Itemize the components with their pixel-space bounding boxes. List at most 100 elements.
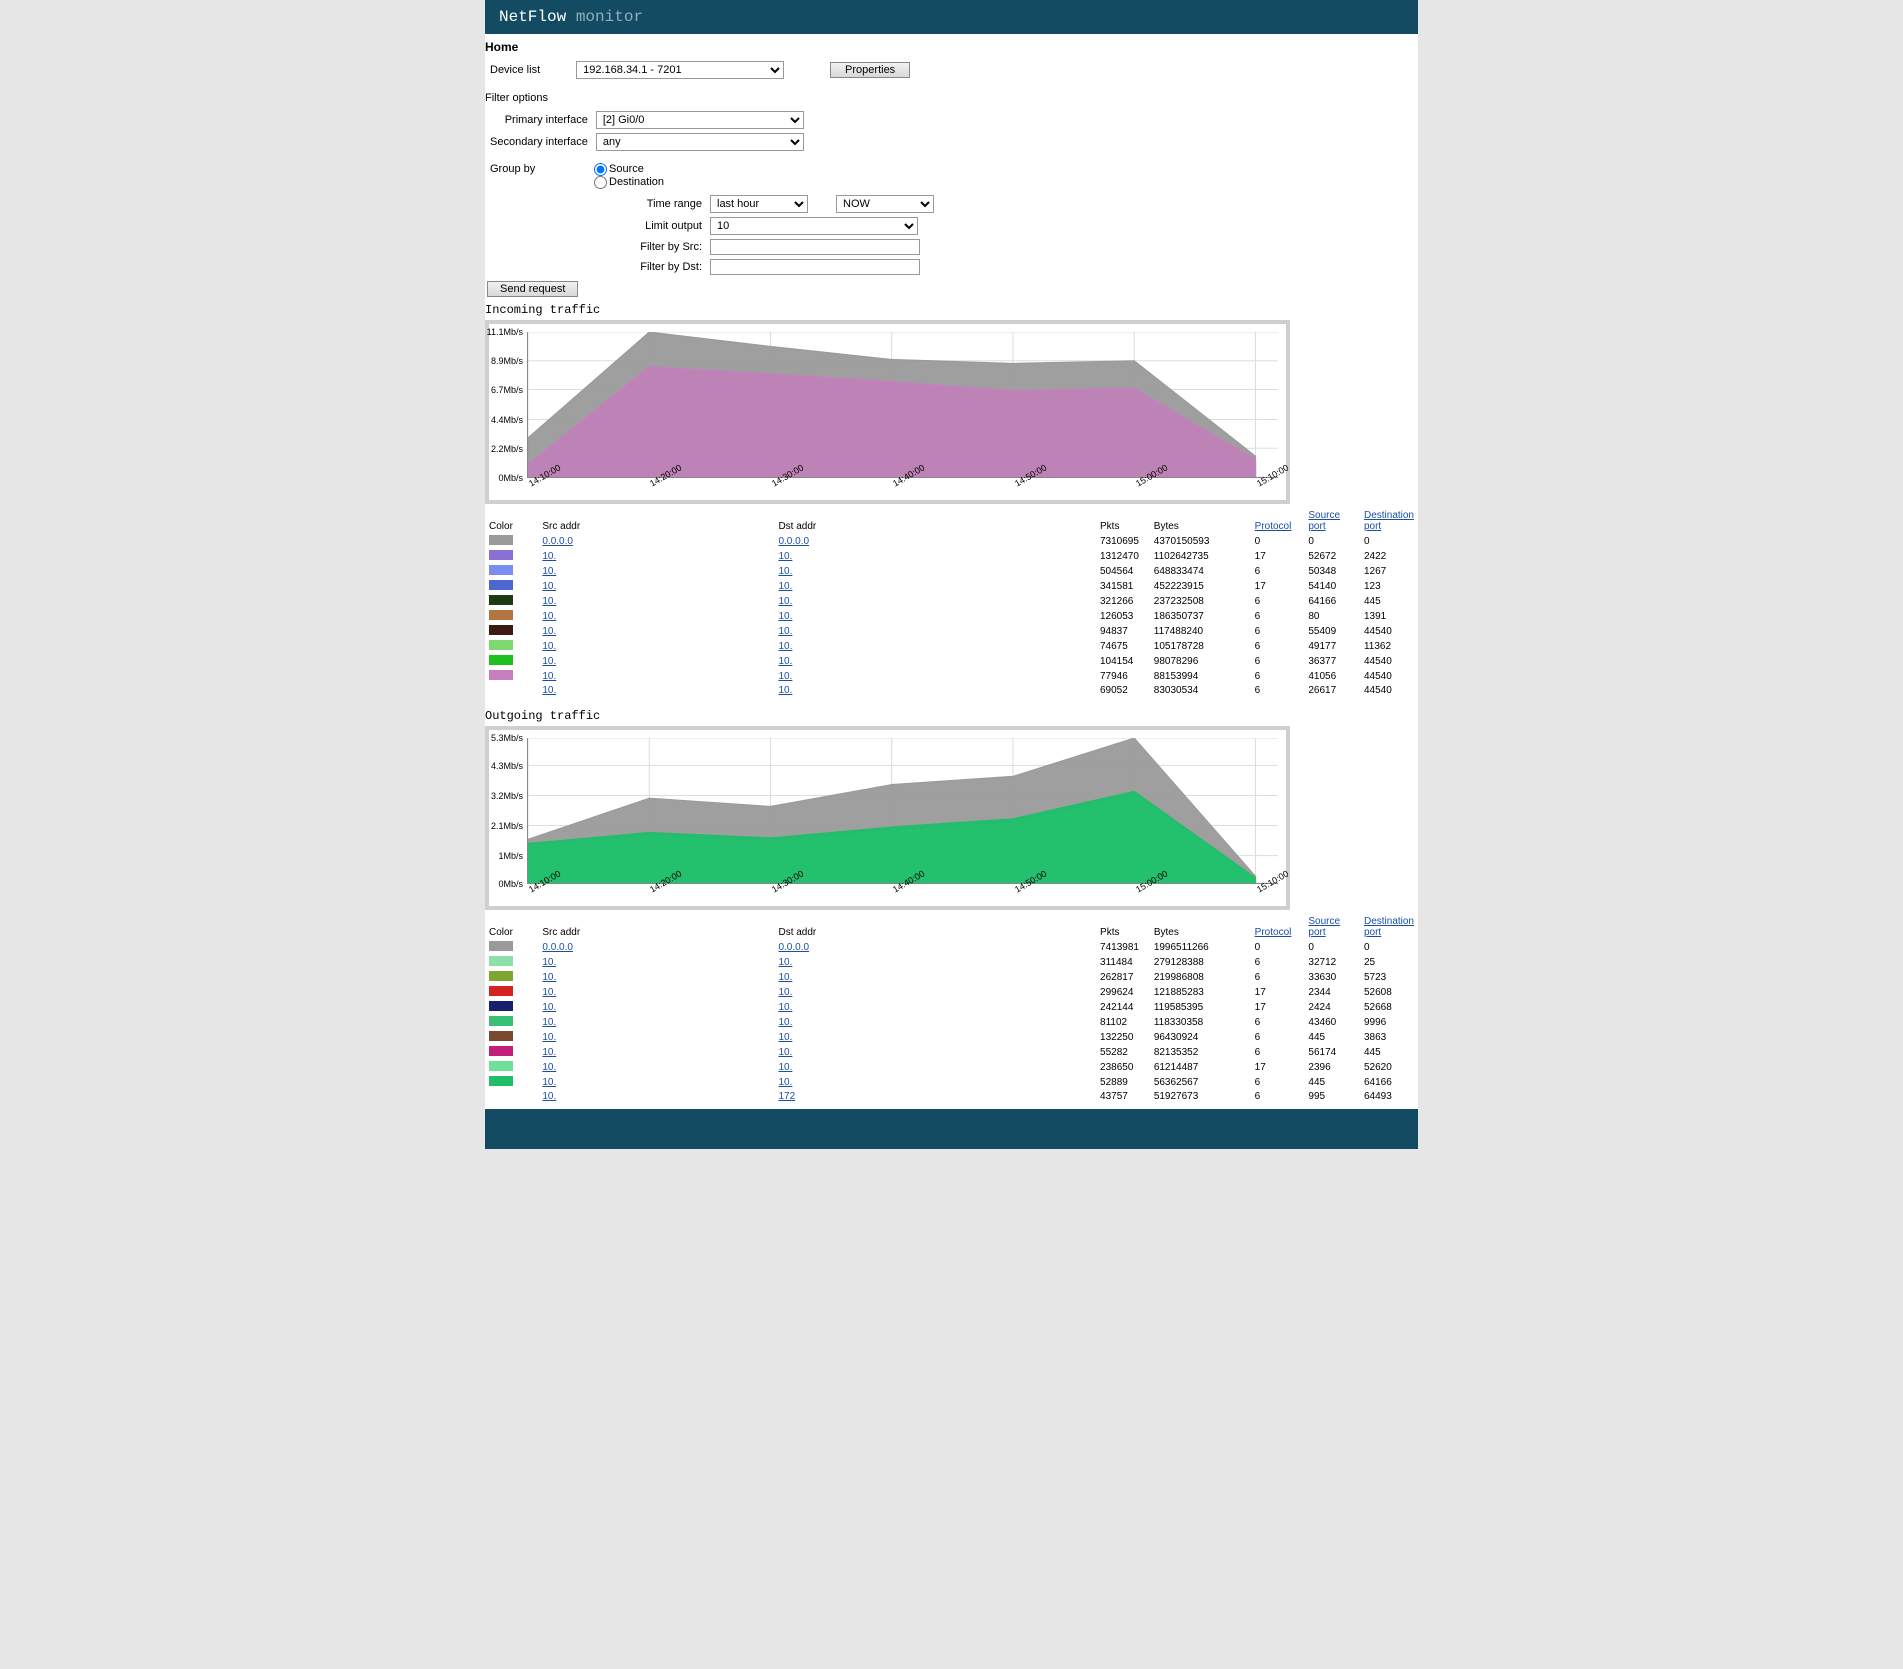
app-title: NetFlow [499, 8, 566, 26]
dst-addr-link[interactable]: 10. [778, 957, 792, 968]
bytes-cell: 237232508 [1150, 594, 1251, 609]
group-source-radio[interactable] [594, 163, 607, 176]
outgoing-table: Color Src addr Dst addr Pkts Bytes Proto… [485, 914, 1418, 1103]
col-sport-link[interactable]: Source port [1308, 916, 1340, 938]
proto-cell: 6 [1251, 684, 1305, 697]
group-source-option[interactable]: Source [594, 163, 644, 175]
dst-addr-link[interactable]: 10. [778, 566, 792, 577]
src-addr-link[interactable]: 10. [542, 641, 556, 652]
group-dest-option[interactable]: Destination [594, 176, 664, 188]
src-addr-link[interactable]: 10. [542, 581, 556, 592]
color-swatch [489, 1046, 513, 1056]
dport-cell: 44540 [1360, 654, 1418, 669]
src-addr-link[interactable]: 0.0.0.0 [542, 536, 573, 547]
sport-cell: 32712 [1304, 955, 1360, 970]
time-range-offset-select[interactable]: NOW [836, 195, 934, 213]
col-proto-link[interactable]: Protocol [1255, 927, 1292, 938]
color-swatch [489, 1001, 513, 1011]
bytes-cell: 105178728 [1150, 639, 1251, 654]
col-dport-link[interactable]: Destination port [1364, 510, 1414, 532]
dst-addr-link[interactable]: 10. [778, 685, 792, 696]
proto-cell: 6 [1251, 564, 1305, 579]
dst-addr-link[interactable]: 10. [778, 1062, 792, 1073]
src-addr-link[interactable]: 10. [542, 1077, 556, 1088]
pkts-cell: 74675 [1096, 639, 1150, 654]
src-addr-link[interactable]: 10. [542, 626, 556, 637]
src-addr-link[interactable]: 10. [542, 1047, 556, 1058]
group-dest-radio[interactable] [594, 176, 607, 189]
primary-if-select[interactable]: [2] Gi0/0 [596, 111, 804, 129]
sport-cell: 64166 [1304, 594, 1360, 609]
dst-addr-link[interactable]: 10. [778, 626, 792, 637]
properties-button[interactable]: Properties [830, 62, 910, 78]
device-select[interactable]: 192.168.34.1 - 7201 [576, 61, 784, 79]
dst-addr-link[interactable]: 10. [778, 611, 792, 622]
dst-addr-link[interactable]: 10. [778, 1047, 792, 1058]
dst-addr-link[interactable]: 10. [778, 551, 792, 562]
src-addr-link[interactable]: 10. [542, 596, 556, 607]
src-addr-link[interactable]: 10. [542, 1002, 556, 1013]
src-addr-link[interactable]: 10. [542, 566, 556, 577]
dst-addr-link[interactable]: 10. [778, 1017, 792, 1028]
dst-addr-link[interactable]: 10. [778, 972, 792, 983]
col-sport-link[interactable]: Source port [1308, 510, 1340, 532]
send-request-button[interactable]: Send request [487, 281, 578, 297]
time-range-select[interactable]: last hour [710, 195, 808, 213]
src-addr-link[interactable]: 10. [542, 1062, 556, 1073]
bytes-cell: 118330358 [1150, 1015, 1251, 1030]
dst-addr-link[interactable]: 0.0.0.0 [778, 942, 809, 953]
filter-dst-label: Filter by Dst: [487, 258, 705, 276]
table-row: 10.10.24214411958539517242452668 [485, 1000, 1418, 1015]
src-addr-link[interactable]: 10. [542, 987, 556, 998]
src-addr-link[interactable]: 0.0.0.0 [542, 942, 573, 953]
src-addr-link[interactable]: 10. [542, 957, 556, 968]
dst-addr-link[interactable]: 0.0.0.0 [778, 536, 809, 547]
filter-src-input[interactable] [710, 239, 920, 255]
src-addr-link[interactable]: 10. [542, 1091, 556, 1102]
dst-addr-link[interactable]: 10. [778, 1032, 792, 1043]
dst-addr-link[interactable]: 10. [778, 596, 792, 607]
dport-cell: 0 [1360, 534, 1418, 549]
dst-addr-link[interactable]: 10. [778, 656, 792, 667]
dport-cell: 2422 [1360, 549, 1418, 564]
dst-addr-link[interactable]: 10. [778, 987, 792, 998]
dport-cell: 9996 [1360, 1015, 1418, 1030]
bytes-cell: 119585395 [1150, 1000, 1251, 1015]
table-row: 10.10.2628172199868086336305723 [485, 970, 1418, 985]
proto-cell: 6 [1251, 639, 1305, 654]
dst-addr-link[interactable]: 10. [778, 641, 792, 652]
dst-addr-link[interactable]: 10. [778, 581, 792, 592]
src-addr-link[interactable]: 10. [542, 1032, 556, 1043]
bytes-cell: 83030534 [1150, 684, 1251, 697]
sport-cell: 995 [1304, 1090, 1360, 1103]
dst-addr-link[interactable]: 10. [778, 1077, 792, 1088]
col-dport-link[interactable]: Destination port [1364, 916, 1414, 938]
pkts-cell: 52889 [1096, 1075, 1150, 1090]
pkts-cell: 7310695 [1096, 534, 1150, 549]
src-addr-link[interactable]: 10. [542, 972, 556, 983]
src-addr-link[interactable]: 10. [542, 656, 556, 667]
filter-dst-input[interactable] [710, 259, 920, 275]
pkts-cell: 321266 [1096, 594, 1150, 609]
table-row: 10.10.5288956362567644564166 [485, 1075, 1418, 1090]
dst-addr-link[interactable]: 172 [778, 1091, 795, 1102]
sport-cell: 56174 [1304, 1045, 1360, 1060]
outgoing-chart: 0Mb/s1Mb/s2.1Mb/s3.2Mb/s4.3Mb/s5.3Mb/s 1… [485, 726, 1290, 910]
col-proto-link[interactable]: Protocol [1255, 521, 1292, 532]
pkts-cell: 1312470 [1096, 549, 1150, 564]
src-addr-link[interactable]: 10. [542, 685, 556, 696]
src-addr-link[interactable]: 10. [542, 671, 556, 682]
dport-cell: 0 [1360, 940, 1418, 955]
pkts-cell: 43757 [1096, 1090, 1150, 1103]
dport-cell: 64166 [1360, 1075, 1418, 1090]
dst-addr-link[interactable]: 10. [778, 1002, 792, 1013]
group-by-label: Group by [487, 162, 589, 190]
src-addr-link[interactable]: 10. [542, 611, 556, 622]
src-addr-link[interactable]: 10. [542, 1017, 556, 1028]
src-addr-link[interactable]: 10. [542, 551, 556, 562]
limit-output-select[interactable]: 10 [710, 217, 918, 235]
table-row: 10.10.5528282135352656174445 [485, 1045, 1418, 1060]
dst-addr-link[interactable]: 10. [778, 671, 792, 682]
pkts-cell: 311484 [1096, 955, 1150, 970]
secondary-if-select[interactable]: any [596, 133, 804, 151]
